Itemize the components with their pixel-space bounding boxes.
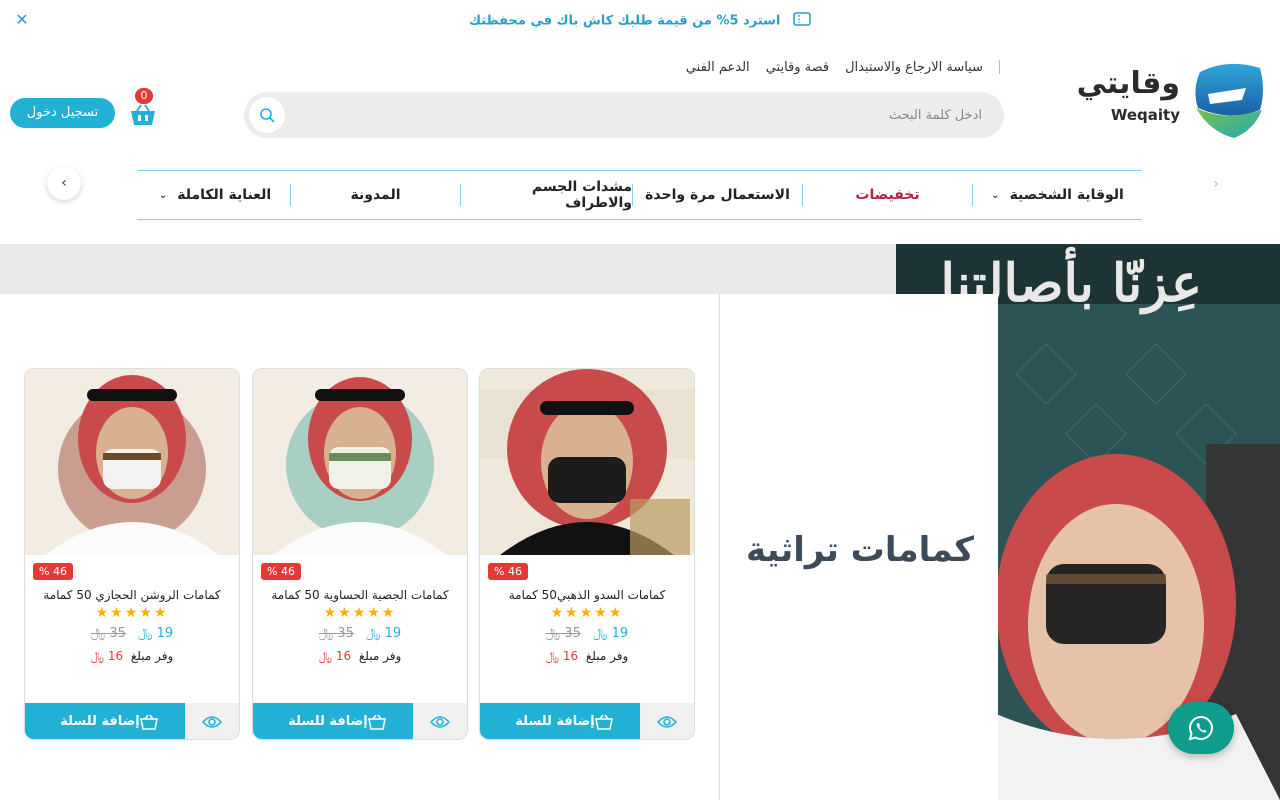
- basket-icon: [367, 714, 386, 730]
- product-price: 19 ﷼ 35 ﷼: [253, 626, 467, 641]
- logo-english: Weqaity: [1110, 106, 1180, 124]
- savings-text: وفر مبلغ 16 ﷼: [545, 649, 629, 663]
- nav-item-blog[interactable]: المدونة: [290, 184, 460, 206]
- chevron-right-icon[interactable]: ›: [1206, 174, 1226, 194]
- current-price: 19 ﷼: [138, 626, 174, 641]
- old-price: 35 ﷼: [318, 626, 354, 641]
- cart-button[interactable]: 0: [128, 88, 160, 128]
- logo-mark-icon: [1195, 63, 1263, 138]
- rating-stars: ★★★★★: [95, 605, 169, 621]
- savings-amount: 16 ﷼: [90, 649, 124, 663]
- rating-stars: ★★★★★: [550, 605, 624, 621]
- card-actions: إضافة للسلة: [25, 703, 239, 739]
- product-name[interactable]: كمامات الجصية الحساوية 50 كمامة: [253, 588, 467, 602]
- savings-amount: 16 ﷼: [318, 649, 352, 663]
- card-actions: إضافة للسلة: [253, 703, 467, 739]
- announcement-message: استرد 5% من قيمة طلبك كاش باك في محفظتك: [0, 12, 1280, 30]
- search-button[interactable]: [249, 97, 285, 133]
- login-button[interactable]: تسجيل دخول: [10, 98, 115, 128]
- return-policy-link[interactable]: سياسة الارجاع والاستبدال: [845, 60, 983, 75]
- chevron-down-icon: ⌄: [158, 189, 168, 201]
- eye-icon: [657, 715, 677, 728]
- savings-text: وفر مبلغ 16 ﷼: [318, 649, 402, 663]
- savings-text: وفر مبلغ 16 ﷼: [90, 649, 174, 663]
- eye-icon: [202, 715, 222, 728]
- card-actions: إضافة للسلة: [480, 703, 694, 739]
- announcement-text: استرد 5% من قيمة طلبك كاش باك في محفظتك: [469, 13, 781, 29]
- banner-strip: [0, 244, 896, 294]
- whatsapp-button[interactable]: [1168, 702, 1234, 754]
- main-nav: الوقاية الشخصية ⌄ تخفيضات الاستعمال مرة …: [137, 170, 1142, 220]
- product-card[interactable]: 46 % كمامات الجصية الحساوية 50 كمامة ★★★…: [252, 368, 468, 740]
- discount-badge: 46 %: [488, 563, 528, 580]
- nav-label: تخفيضات: [855, 187, 920, 203]
- logo-arabic: وقايتي: [1076, 66, 1180, 101]
- nav-label: مشدات الجسم والاطراف: [531, 179, 632, 211]
- site-logo[interactable]: وقايتي Weqaity: [1077, 60, 1266, 140]
- quick-view-button[interactable]: [640, 703, 694, 739]
- nav-label: العناية الكاملة: [177, 187, 272, 203]
- basket-icon: [139, 714, 158, 730]
- nav-item-personal-protection[interactable]: الوقاية الشخصية ⌄: [972, 184, 1142, 206]
- product-price: 19 ﷼ 35 ﷼: [480, 626, 694, 641]
- search-icon: [260, 108, 275, 123]
- product-name[interactable]: كمامات الروشن الحجازي 50 كمامة: [25, 588, 239, 602]
- nav-label: المدونة: [350, 187, 401, 203]
- nav-item-body-braces[interactable]: مشدات الجسم والاطراف: [460, 179, 632, 211]
- nav-label: الوقاية الشخصية: [1009, 187, 1124, 203]
- discount-badge: 46 %: [33, 563, 73, 580]
- current-price: 19 ﷼: [593, 626, 629, 641]
- support-link[interactable]: الدعم الفني: [686, 60, 750, 75]
- basket-icon: [594, 714, 613, 730]
- product-card[interactable]: 46 % كمامات السدو الذهبي50 كمامة ★★★★★ 1…: [479, 368, 695, 740]
- basket-icon: [131, 104, 155, 125]
- search-input[interactable]: [292, 92, 992, 138]
- add-to-cart-button[interactable]: إضافة للسلة: [480, 703, 640, 739]
- top-links: سياسة الارجاع والاستبدال قصة وقايتي الدع…: [640, 57, 1000, 77]
- cart-count-badge: 0: [135, 88, 153, 104]
- product-image[interactable]: [253, 369, 467, 555]
- rating-stars: ★★★★★: [323, 605, 397, 621]
- nav-item-sale[interactable]: تخفيضات: [802, 184, 972, 206]
- quick-view-button[interactable]: [413, 703, 467, 739]
- product-price: 19 ﷼ 35 ﷼: [25, 626, 239, 641]
- promo-title: كمامات تراثية: [746, 530, 974, 570]
- chevron-left-icon[interactable]: ‹: [47, 166, 81, 200]
- product-card[interactable]: 46 % كمامات الروشن الحجازي 50 كمامة ★★★★…: [24, 368, 240, 740]
- whatsapp-icon: [1188, 715, 1213, 741]
- nav-label: الاستعمال مرة واحدة: [645, 187, 790, 203]
- ticket-icon: [793, 12, 811, 30]
- product-name[interactable]: كمامات السدو الذهبي50 كمامة: [480, 588, 694, 602]
- discount-badge: 46 %: [261, 563, 301, 580]
- chevron-down-icon: ⌄: [991, 189, 1000, 201]
- product-image[interactable]: [25, 369, 239, 555]
- current-price: 19 ﷼: [366, 626, 402, 641]
- add-to-cart-button[interactable]: إضافة للسلة: [25, 703, 185, 739]
- divider: [999, 60, 1000, 74]
- search-bar: [244, 92, 1004, 138]
- savings-amount: 16 ﷼: [545, 649, 579, 663]
- our-story-link[interactable]: قصة وقايتي: [766, 60, 829, 75]
- old-price: 35 ﷼: [545, 626, 581, 641]
- quick-view-button[interactable]: [185, 703, 239, 739]
- old-price: 35 ﷼: [90, 626, 126, 641]
- product-image[interactable]: [480, 369, 694, 555]
- announcement-bar: ✕ استرد 5% من قيمة طلبك كاش باك في محفظت…: [0, 0, 1280, 44]
- eye-icon: [430, 715, 450, 728]
- add-to-cart-button[interactable]: إضافة للسلة: [253, 703, 413, 739]
- nav-item-full-care[interactable]: العناية الكاملة ⌄: [140, 184, 290, 206]
- nav-item-single-use[interactable]: الاستعمال مرة واحدة: [632, 184, 802, 206]
